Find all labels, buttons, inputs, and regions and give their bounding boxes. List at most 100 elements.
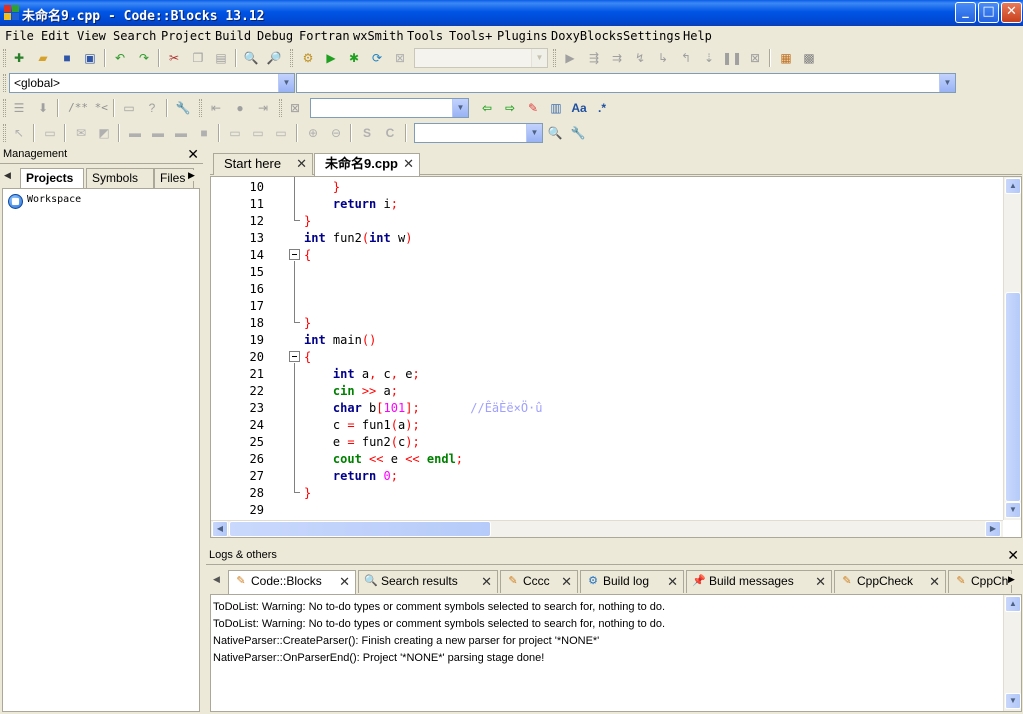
scroll-right-icon[interactable]: ▶ xyxy=(985,521,1001,537)
menu-settings[interactable]: Settings xyxy=(623,29,681,43)
chevron-down-icon[interactable]: ▼ xyxy=(526,124,542,142)
scope-combo[interactable]: <global> ▼ xyxy=(9,73,295,93)
new-file-icon[interactable]: ✚ xyxy=(11,50,27,66)
next-line-icon[interactable]: ⇉ xyxy=(609,50,625,66)
zoom-out-icon[interactable]: ⊖ xyxy=(328,125,344,141)
code-editor[interactable]: 10 11 12 13 14 15 16 17 18 19 20 21 22 23 24 25 26 27 28 29… xyxy=(210,176,1022,538)
scroll-right-icon[interactable]: ▶ xyxy=(188,170,195,181)
magnifier-icon[interactable]: 🔍 xyxy=(547,125,563,141)
debug-start-icon[interactable]: ▶ xyxy=(562,50,578,66)
scroll-right-icon[interactable]: ▶ xyxy=(1008,574,1015,585)
tools-icon[interactable]: 🔧 xyxy=(570,125,586,141)
toolbar-grip[interactable] xyxy=(199,99,202,117)
scrollbar-thumb[interactable] xyxy=(229,521,491,537)
code-area[interactable]: } return i;} int fun2(int w){} int main(){… xyxy=(304,177,994,520)
minimize-button[interactable]: _ xyxy=(955,2,976,23)
sizer-icon[interactable]: ▬ xyxy=(150,125,166,141)
highlight-icon[interactable]: ✎ xyxy=(525,100,541,116)
code-line[interactable]: e = fun2(c); xyxy=(304,435,420,452)
step-icon[interactable]: ⇣ xyxy=(701,50,717,66)
step-into-icon[interactable]: ↳ xyxy=(655,50,671,66)
dialog-icon[interactable]: ✉ xyxy=(73,125,89,141)
debug-windows-icon[interactable]: ▦ xyxy=(778,50,794,66)
menu-debug[interactable]: Debug xyxy=(257,29,293,43)
code-line[interactable]: } xyxy=(304,180,340,197)
scroll-left-icon[interactable]: ◀ xyxy=(213,574,220,585)
search-next-icon[interactable]: ⇨ xyxy=(502,100,518,116)
menu-edit[interactable]: Edit xyxy=(41,29,70,43)
pointer-icon[interactable]: ↖ xyxy=(11,125,27,141)
sizer-icon[interactable]: ▬ xyxy=(127,125,143,141)
close-icon[interactable]: ✕ xyxy=(403,154,414,174)
menu-fortran[interactable]: Fortran xyxy=(299,29,350,43)
maximize-button[interactable]: □ xyxy=(978,2,999,23)
code-line[interactable]: cin >> a; xyxy=(304,384,398,401)
next-instruction-icon[interactable]: ↯ xyxy=(632,50,648,66)
scroll-down-icon[interactable]: ▼ xyxy=(1005,502,1021,518)
close-icon[interactable]: ✕ xyxy=(296,154,307,174)
abort-icon[interactable]: ⊠ xyxy=(392,50,408,66)
fold-margin[interactable] xyxy=(287,177,301,520)
open-folder-icon[interactable]: ▰ xyxy=(35,50,51,66)
button-icon[interactable]: ▭ xyxy=(250,125,266,141)
close-icon[interactable]: ✕ xyxy=(1007,547,1019,564)
tab-start-here[interactable]: Start here ✕ xyxy=(213,153,313,175)
close-icon[interactable]: ✕ xyxy=(481,571,492,592)
menu-plugins[interactable]: Plugins xyxy=(497,29,548,43)
step-out-icon[interactable]: ↰ xyxy=(678,50,694,66)
undo-icon[interactable]: ↶ xyxy=(112,50,128,66)
sizer-icon[interactable]: ■ xyxy=(196,125,212,141)
vertical-scrollbar[interactable]: ▲ ▼ xyxy=(1003,177,1021,520)
code-line[interactable]: } xyxy=(304,486,311,503)
menu-search[interactable]: Search xyxy=(113,29,156,43)
close-icon[interactable]: ✕ xyxy=(561,571,572,592)
scroll-down-icon[interactable]: ▼ xyxy=(1005,693,1021,709)
regex-button[interactable]: .* xyxy=(594,100,610,116)
code-line[interactable]: int main() xyxy=(304,333,376,350)
extract-icon[interactable]: ⬇ xyxy=(35,100,51,116)
menu-tools[interactable]: Tools xyxy=(407,29,443,43)
copy-icon[interactable]: ❐ xyxy=(190,50,206,66)
chevron-down-icon[interactable]: ▼ xyxy=(939,74,955,92)
code-line[interactable]: char b[101]; //ÊäÈë×Ö·û xyxy=(304,401,543,418)
tree-item-workspace[interactable]: Workspace xyxy=(27,194,81,205)
scroll-left-icon[interactable]: ◀ xyxy=(4,170,11,181)
code-line[interactable]: int fun2(int w) xyxy=(304,231,412,248)
zoom-in-icon[interactable]: ⊕ xyxy=(305,125,321,141)
tab-build-messages[interactable]: 📌 Build messages ✕ xyxy=(686,570,832,593)
code-line[interactable]: cout << e << endl; xyxy=(304,452,463,469)
incremental-search-input[interactable]: ▼ xyxy=(310,98,469,118)
build-target-combo[interactable]: ▼ xyxy=(414,48,548,68)
s-icon[interactable]: S xyxy=(359,125,375,141)
menu-help[interactable]: Help xyxy=(683,29,712,43)
toolbar-grip[interactable] xyxy=(3,99,6,117)
frame-icon[interactable]: ▭ xyxy=(42,125,58,141)
toolbar-grip[interactable] xyxy=(3,49,6,67)
button-icon[interactable]: ▭ xyxy=(273,125,289,141)
run-icon[interactable]: ▶ xyxy=(323,50,339,66)
close-icon[interactable]: ✕ xyxy=(667,571,678,592)
toolbar-grip[interactable] xyxy=(553,49,556,67)
close-icon[interactable]: ✕ xyxy=(187,146,199,163)
tab-search-results[interactable]: 🔍 Search results ✕ xyxy=(358,570,498,593)
doxywizard-icon[interactable]: ☰ xyxy=(11,100,27,116)
build-run-icon[interactable]: ✱ xyxy=(346,50,362,66)
close-button[interactable]: ✕ xyxy=(1001,2,1022,23)
pause-icon[interactable]: ❚❚ xyxy=(722,50,742,66)
code-line[interactable]: { xyxy=(304,350,311,367)
project-tree[interactable]: Workspace xyxy=(2,188,200,712)
toolbar-grip[interactable] xyxy=(279,99,282,117)
close-icon[interactable]: ✕ xyxy=(929,571,940,592)
menu-tools-plus[interactable]: Tools+ xyxy=(449,29,492,43)
replace-icon[interactable]: 🔎 xyxy=(266,50,282,66)
toggle-bookmark-icon[interactable]: ● xyxy=(232,100,248,116)
tab-codeblocks-log[interactable]: ✎ Code::Blocks ✕ xyxy=(228,570,356,594)
tab-cccc[interactable]: ✎ Cccc ✕ xyxy=(500,570,578,593)
panel-icon[interactable]: ◩ xyxy=(96,125,112,141)
save-all-icon[interactable]: ▣ xyxy=(82,50,98,66)
menu-view[interactable]: View xyxy=(77,29,106,43)
code-line[interactable]: { xyxy=(304,248,311,265)
clear-search-icon[interactable]: ⊠ xyxy=(287,100,303,116)
redo-icon[interactable]: ↷ xyxy=(136,50,152,66)
toolbar-grip[interactable] xyxy=(3,74,6,92)
